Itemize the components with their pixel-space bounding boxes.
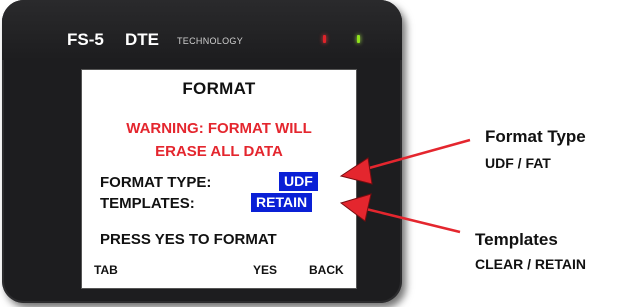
- annotation-format-type-title: Format Type: [485, 127, 586, 146]
- templates-arrow-icon: [339, 193, 461, 234]
- format-type-arrow-icon: [339, 138, 471, 185]
- annotation-templates-options: CLEAR / RETAIN: [475, 256, 586, 272]
- annotation-templates-title: Templates: [475, 230, 558, 249]
- annotation-format-type-options: UDF / FAT: [485, 155, 551, 171]
